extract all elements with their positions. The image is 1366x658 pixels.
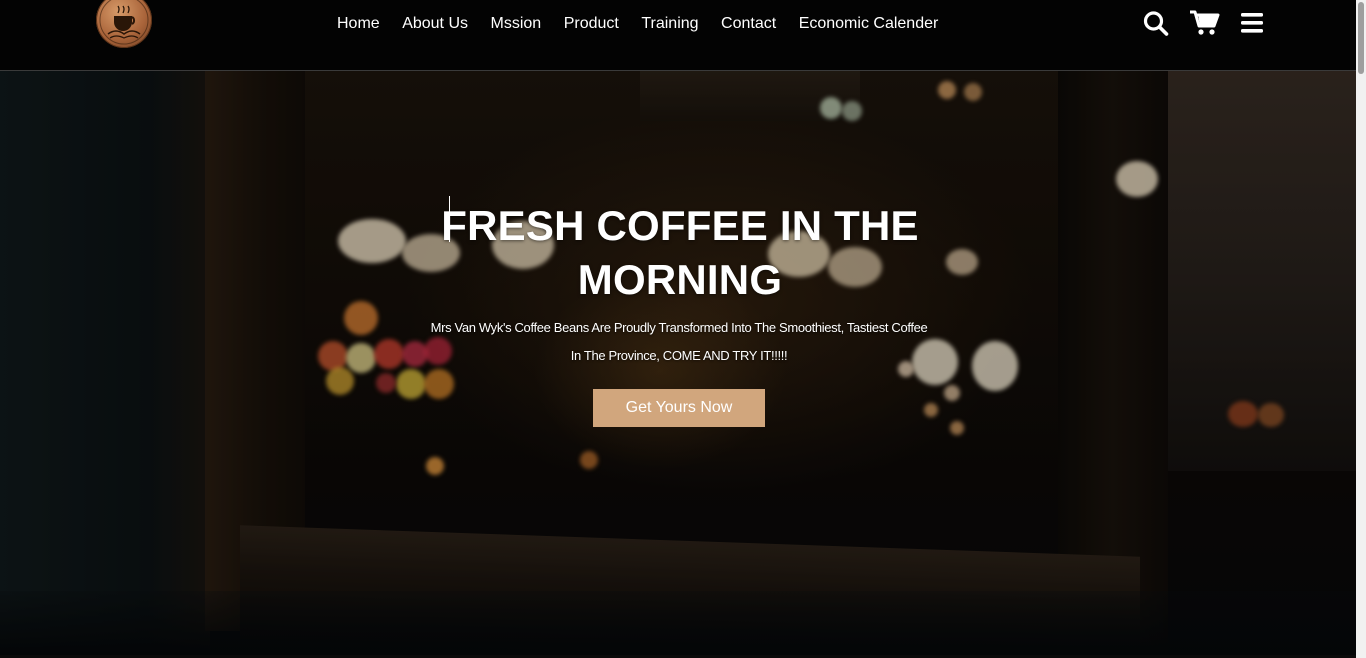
nav-economic-calender[interactable]: Economic Calender (799, 14, 939, 34)
hero-subtitle-line-1: Mrs Van Wyk's Coffee Beans Are Proudly T… (430, 320, 928, 335)
main-nav: Home About Us Mssion Product Training Co… (337, 14, 961, 34)
page-scrollbar[interactable] (1356, 0, 1366, 658)
text-cursor (449, 196, 450, 242)
menu-icon[interactable] (1240, 10, 1268, 36)
hero-section: FRESH COFFEE IN THE MORNING Mrs Van Wyk'… (0, 71, 1356, 655)
nav-contact[interactable]: Contact (721, 14, 776, 34)
hero-title: FRESH COFFEE IN THE MORNING (441, 202, 919, 303)
hero-subtitle-line-2: In The Province, COME AND TRY IT!!!!! (570, 348, 788, 363)
coffee-cup-icon (99, 0, 149, 45)
scrollbar-thumb[interactable] (1358, 2, 1364, 74)
cart-icon[interactable] (1190, 10, 1220, 36)
nav-about-us[interactable]: About Us (402, 14, 468, 34)
nav-home[interactable]: Home (337, 14, 380, 34)
nav-training[interactable]: Training (641, 14, 698, 34)
coffee-logo[interactable] (96, 0, 152, 48)
get-yours-now-button[interactable]: Get Yours Now (593, 389, 765, 427)
nav-mission[interactable]: Mssion (491, 14, 542, 34)
hero-subtitle: Mrs Van Wyk's Coffee Beans Are Proudly T… (376, 314, 982, 370)
search-icon[interactable] (1142, 10, 1170, 36)
site-header: Home About Us Mssion Product Training Co… (0, 0, 1356, 71)
nav-product[interactable]: Product (564, 14, 619, 34)
